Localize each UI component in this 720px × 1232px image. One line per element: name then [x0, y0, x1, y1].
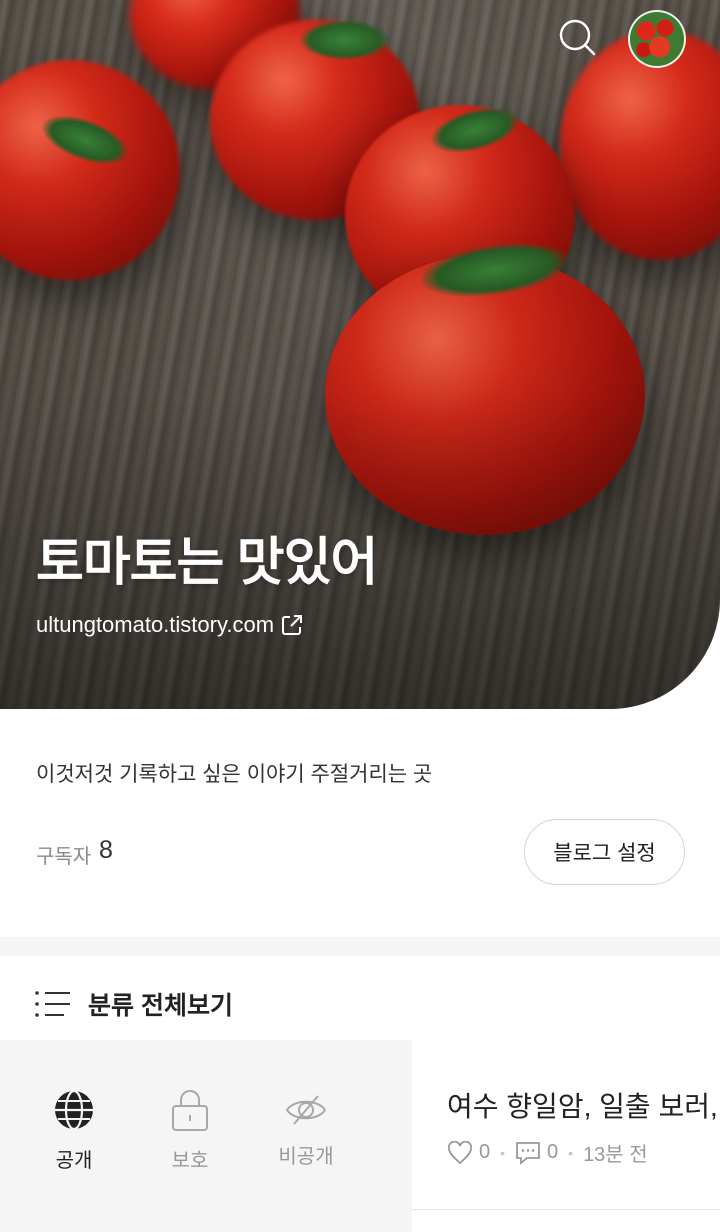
- avatar[interactable]: [628, 10, 686, 68]
- blog-url-text: ultungtomato.tistory.com: [36, 612, 275, 637]
- like-count: 0: [479, 1141, 491, 1163]
- external-link-icon: [282, 615, 303, 635]
- post-title-link[interactable]: 여수 향일암, 일출 보러, 이: [447, 1085, 720, 1125]
- meta-separator: •: [568, 1144, 574, 1161]
- blog-title: 토마토는 맛있어: [36, 534, 378, 592]
- lock-icon: [172, 1090, 208, 1131]
- search-icon: [559, 19, 596, 56]
- heart-icon: [448, 1140, 472, 1164]
- post-time: 13분 전: [583, 1144, 648, 1166]
- visibility-public-tab[interactable]: 공개: [29, 1088, 119, 1173]
- category-label: 분류 전체보기: [88, 992, 233, 1020]
- blog-cover: 토마토는 맛있어 ultungtomato.tistory.com: [0, 0, 720, 709]
- blog-description: 이것저것 기록하고 싶은 이야기 주절거리는 곳: [36, 763, 433, 786]
- visibility-private-label: 비공개: [278, 1146, 334, 1168]
- blog-url-link[interactable]: ultungtomato.tistory.com: [36, 612, 304, 638]
- comment-count: 0: [547, 1141, 559, 1163]
- visibility-protected-tab[interactable]: 보호: [145, 1088, 235, 1173]
- section-divider: [0, 937, 720, 956]
- post-meta: 0 • 0 • 13분 전: [447, 1138, 648, 1167]
- visibility-filter-panel: 공개 보호 비공개: [0, 1040, 412, 1232]
- cover-shade: [0, 0, 720, 709]
- eye-off-icon: [285, 1095, 327, 1125]
- search-button[interactable]: [556, 16, 598, 58]
- visibility-public-label: 공개: [55, 1150, 93, 1172]
- post-divider: [412, 1209, 720, 1210]
- blog-settings-button[interactable]: 블로그 설정: [524, 819, 685, 885]
- subscriber-count: 8: [99, 836, 113, 864]
- visibility-protected-label: 보호: [171, 1150, 209, 1172]
- comment-icon: [516, 1141, 540, 1165]
- list-icon: [35, 991, 70, 1017]
- subscriber-label: 구독자: [36, 846, 92, 868]
- category-all-button[interactable]: 분류 전체보기: [34, 986, 233, 1022]
- globe-icon: [55, 1089, 93, 1131]
- meta-separator: •: [500, 1144, 506, 1161]
- visibility-private-tab[interactable]: 비공개: [261, 1088, 351, 1169]
